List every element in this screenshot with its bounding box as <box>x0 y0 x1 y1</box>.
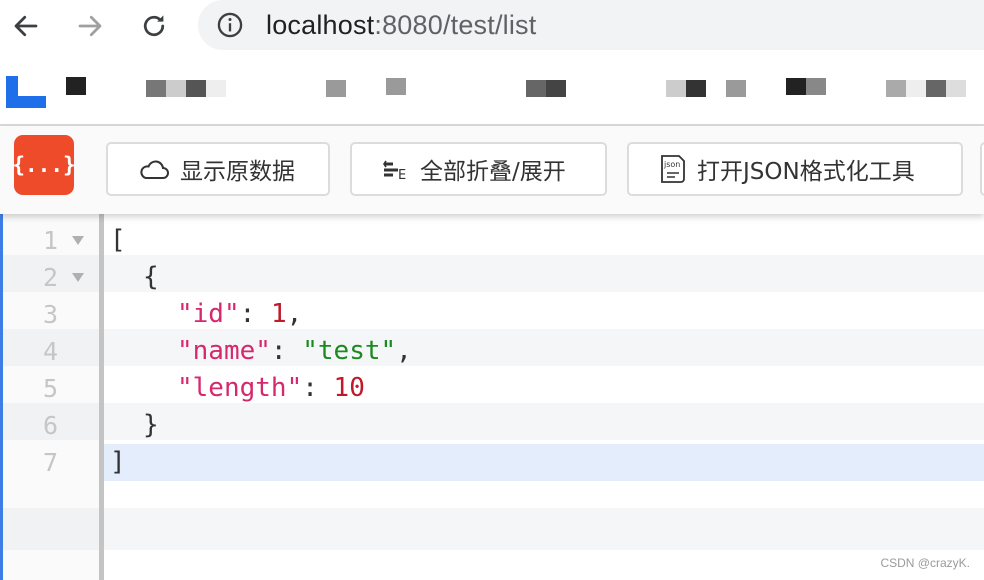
json-comma: , <box>396 336 412 366</box>
info-icon[interactable] <box>216 11 244 39</box>
code-row-active <box>0 444 984 481</box>
url-host: localhost <box>266 10 375 40</box>
collapse-expand-all-label: 全部折叠/展开 <box>420 159 566 185</box>
open-json-format-tool-button[interactable]: json 打开JSON格式化工具 <box>627 142 963 196</box>
json-key: "id" <box>177 299 240 329</box>
svg-text:json: json <box>663 160 680 169</box>
json-brace-close: } <box>143 410 159 440</box>
gutter-accent-bar <box>0 214 3 580</box>
cloud-icon <box>140 160 169 179</box>
json-code-viewer: 1 2 3 4 5 6 7 [ { "id": 1, "name": "test… <box>0 214 984 580</box>
json-number: 1 <box>270 299 287 329</box>
collapse-expand-all-button[interactable]: E 全部折叠/展开 <box>350 142 607 196</box>
address-bar[interactable]: localhost:8080/test/list <box>198 0 984 50</box>
bookmark-item[interactable] <box>66 77 86 95</box>
reload-icon <box>143 15 165 37</box>
bookmark-item[interactable] <box>726 80 746 97</box>
code-line-5: "length": 10 <box>177 370 365 407</box>
back-button[interactable] <box>8 8 44 44</box>
arrow-right-icon <box>78 15 102 37</box>
json-file-icon: json <box>661 155 685 183</box>
line-number: 4 <box>42 337 58 366</box>
line-number: 5 <box>42 374 58 403</box>
watermark: CSDN @crazyK. <box>880 556 970 570</box>
bookmark-item[interactable] <box>886 80 966 97</box>
bookmark-logo[interactable] <box>6 76 46 108</box>
code-line-7: ] <box>110 444 126 481</box>
json-brace-open: { <box>143 262 159 292</box>
show-raw-data-button[interactable]: 显示原数据 <box>106 142 330 196</box>
json-colon: : <box>239 299 271 329</box>
code-row <box>0 218 984 255</box>
code-line-3: "id": 1, <box>177 296 302 333</box>
json-string: "test" <box>302 336 397 366</box>
code-row <box>0 329 984 366</box>
collapse-expand-icon: E <box>383 160 406 180</box>
forward-button[interactable] <box>72 8 108 44</box>
json-comma: , <box>286 299 303 329</box>
bookmark-item[interactable] <box>526 80 566 97</box>
code-line-6: } <box>143 407 159 444</box>
json-bracket-close: ] <box>110 447 126 477</box>
code-line-1: [ <box>110 222 126 259</box>
url-path: :8080/test/list <box>374 10 537 40</box>
reload-button[interactable] <box>136 8 172 44</box>
code-line-2: { <box>143 259 159 296</box>
line-number: 7 <box>42 448 58 477</box>
bookmark-item[interactable] <box>666 80 706 97</box>
fold-toggle-icon[interactable] <box>72 273 84 282</box>
code-row <box>0 292 984 329</box>
code-row <box>0 366 984 403</box>
gutter-divider <box>99 214 104 580</box>
json-viewer-logo[interactable]: {...} <box>12 135 76 195</box>
toolbar-overflow-button[interactable] <box>980 142 984 196</box>
bookmark-item[interactable] <box>326 80 346 97</box>
json-key: "length" <box>177 373 303 403</box>
json-key: "name" <box>177 336 271 366</box>
json-bracket-open: [ <box>110 225 126 255</box>
json-colon: : <box>270 336 303 366</box>
line-number: 6 <box>42 411 58 440</box>
show-raw-data-label: 显示原数据 <box>180 159 295 185</box>
bookmark-item[interactable] <box>386 78 406 95</box>
line-number: 2 <box>42 263 58 292</box>
code-row <box>0 508 984 550</box>
fold-toggle-icon[interactable] <box>72 236 84 245</box>
json-colon: : <box>302 373 334 403</box>
arrow-left-icon <box>14 15 38 37</box>
json-number: 10 <box>333 373 365 403</box>
line-number: 1 <box>42 226 58 255</box>
line-number: 3 <box>42 300 58 329</box>
url-text[interactable]: localhost:8080/test/list <box>266 8 536 42</box>
bookmarks-bar <box>0 52 984 126</box>
json-viewer-toolbar: {...} 显示原数据 E 全部折叠/展开 json 打开JSON格式化工具 <box>0 126 984 214</box>
browser-navbar: localhost:8080/test/list <box>0 0 984 52</box>
open-json-format-tool-label: 打开JSON格式化工具 <box>697 159 915 185</box>
code-line-4: "name": "test", <box>177 333 412 370</box>
bookmark-item[interactable] <box>146 80 226 97</box>
svg-text:E: E <box>398 168 406 180</box>
bookmark-item[interactable] <box>786 78 826 95</box>
